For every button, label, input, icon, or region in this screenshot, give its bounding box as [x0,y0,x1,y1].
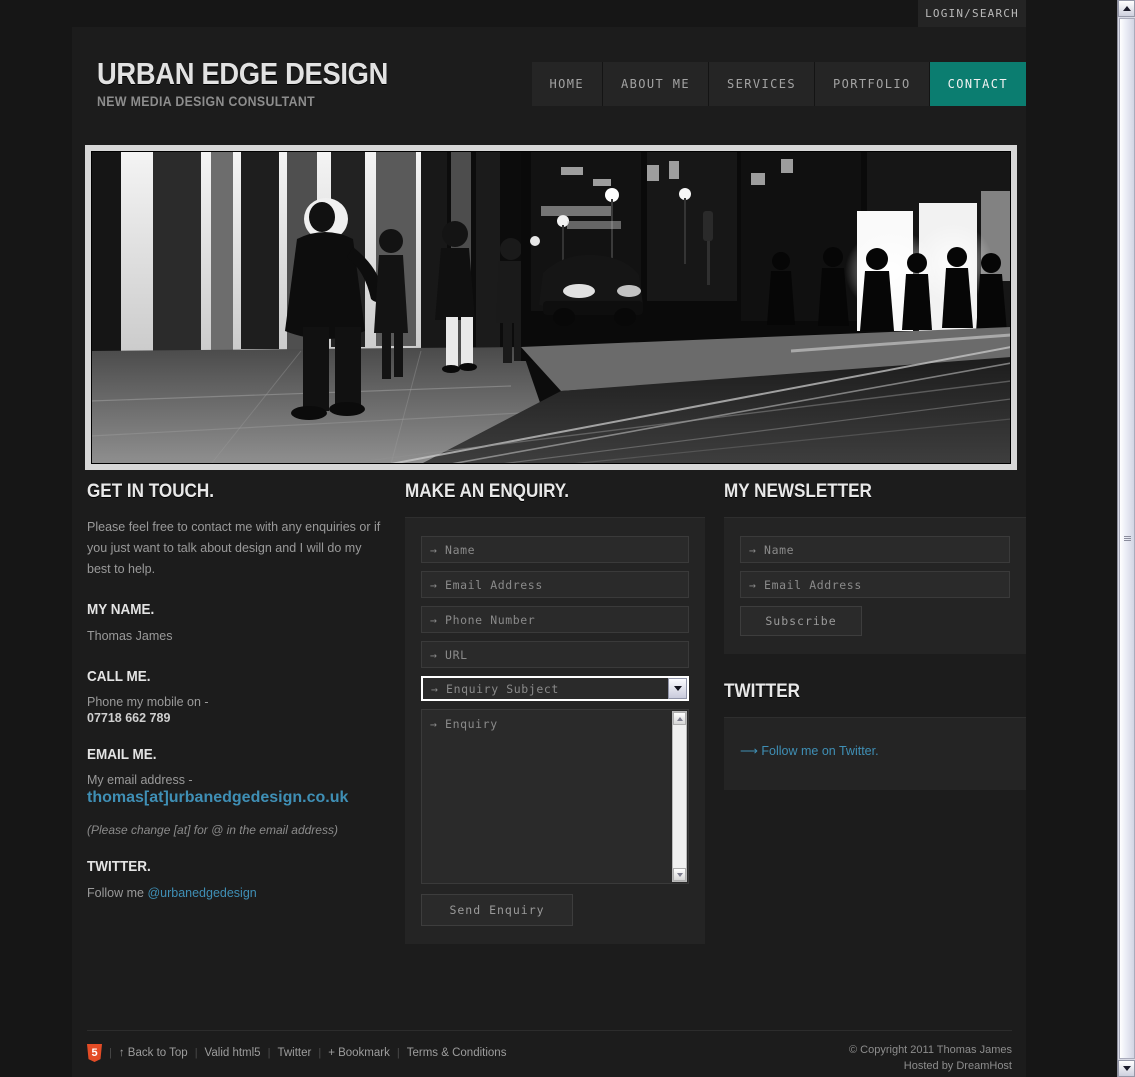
enquiry-message-wrap [421,709,689,884]
scroll-down-arrow-icon[interactable] [1118,1060,1135,1077]
enquiry-message-textarea[interactable] [421,709,689,884]
site-footer: 5 | ↑ Back to Top | Valid html5 | Twitte… [87,1030,1012,1072]
phone-number: 07718 662 789 [87,711,171,725]
hero-banner [85,145,1017,470]
email-note: (Please change [at] for @ in the email a… [87,823,338,837]
twitter-heading: TWITTER. [87,858,151,875]
footer-link-twitter[interactable]: Twitter [277,1047,311,1059]
twitter-box-heading: TWITTER [724,681,800,702]
twitter-panel: ⟶ Follow me on Twitter. [724,717,1026,790]
twitter-follow-line: Follow me @urbanedgedesign [87,883,387,904]
send-enquiry-button[interactable]: Send Enquiry [421,894,573,926]
my-name-value: Thomas James [87,629,173,643]
logo-title: URBAN EDGE DESIGN [97,56,389,91]
enquiry-subject-select[interactable]: → Enquiry Subject [421,676,689,701]
enquiry-phone-input[interactable] [421,606,689,633]
footer-separator: | [318,1047,322,1059]
scroll-up-icon[interactable] [673,712,686,725]
make-an-enquiry-heading: MAKE AN ENQUIRY. [405,481,570,502]
footer-separator: | [396,1047,400,1059]
footer-separator: | [267,1047,271,1059]
nav-item-home[interactable]: HOME [531,62,602,106]
page-root: LOGIN/SEARCH URBAN EDGE DESIGN NEW MEDIA… [0,0,1117,1077]
nav-item-contact[interactable]: CONTACT [928,62,1026,106]
enquiry-name-input[interactable] [421,536,689,563]
scroll-down-icon[interactable] [673,868,686,881]
textarea-scrollbar[interactable] [672,711,687,882]
newsletter-heading: MY NEWSLETTER [724,481,872,502]
enquiry-email-input[interactable] [421,571,689,598]
call-me-text: Phone my mobile on - [87,695,209,709]
get-in-touch-heading: GET IN TOUCH. [87,481,214,502]
footer-separator: | [109,1047,112,1059]
enquiry-url-input[interactable] [421,641,689,668]
newsletter-email-input[interactable] [740,571,1010,598]
footer-copyright: © Copyright 2011 Thomas James Hosted by … [849,1042,1012,1074]
enquiry-form-panel: → Enquiry Subject Send Enquiry [405,517,705,944]
login-search-button[interactable]: LOGIN/SEARCH [918,0,1026,27]
footer-link-bookmark[interactable]: + Bookmark [328,1047,390,1059]
enquiry-column: MAKE AN ENQUIRY. → Enquiry Subject [405,482,705,944]
footer-link-terms[interactable]: Terms & Conditions [407,1047,507,1059]
email-me-text: My email address - [87,773,193,787]
main-navigation: HOME ABOUT ME SERVICES PORTFOLIO CONTACT [531,62,1026,106]
footer-link-back-to-top[interactable]: ↑ Back to Top [119,1047,188,1059]
copyright-text: © Copyright 2011 Thomas James [849,1044,1012,1056]
newsletter-panel: Subscribe [724,517,1026,654]
sidebar-column: MY NEWSLETTER Subscribe TWITTER ⟶ Follow… [724,482,1026,790]
my-name-heading: MY NAME. [87,601,155,618]
call-me-heading: CALL ME. [87,668,151,685]
top-bar: LOGIN/SEARCH [0,0,1117,27]
footer-separator: | [194,1047,198,1059]
twitter-prefix: Follow me [87,886,148,900]
nav-item-portfolio[interactable]: PORTFOLIO [814,62,929,106]
follow-on-twitter-link[interactable]: ⟶ Follow me on Twitter. [740,744,879,758]
nav-item-about-me[interactable]: ABOUT ME [602,62,708,106]
footer-links: 5 | ↑ Back to Top | Valid html5 | Twitte… [87,1044,506,1062]
enquiry-subject-wrap: → Enquiry Subject [421,676,689,701]
footer-link-valid-html5[interactable]: Valid html5 [205,1047,261,1059]
email-me-heading: EMAIL ME. [87,746,157,763]
content-wrapper: URBAN EDGE DESIGN NEW MEDIA DESIGN CONSU… [72,27,1026,1077]
subscribe-button[interactable]: Subscribe [740,606,862,636]
twitter-handle-link[interactable]: @urbanedgedesign [147,886,256,900]
nav-item-services[interactable]: SERVICES [708,62,814,106]
site-header: URBAN EDGE DESIGN NEW MEDIA DESIGN CONSU… [72,27,1026,138]
contact-column: GET IN TOUCH. Please feel free to contac… [87,482,387,904]
scrollbar-grip-icon [1123,535,1131,543]
logo-subtitle: NEW MEDIA DESIGN CONSULTANT [97,93,316,109]
html5-logo-icon: 5 [87,1044,102,1062]
scroll-up-arrow-icon[interactable] [1118,0,1135,17]
contact-intro: Please feel free to contact me with any … [87,520,381,576]
site-logo[interactable]: URBAN EDGE DESIGN NEW MEDIA DESIGN CONSU… [97,58,428,108]
browser-scrollbar[interactable] [1117,0,1135,1077]
hero-image [91,151,1011,464]
email-address-link[interactable]: thomas[at]urbanedgedesign.co.uk [87,789,348,806]
newsletter-name-input[interactable] [740,536,1010,563]
host-text: Hosted by DreamHost [903,1060,1012,1072]
scrollbar-thumb[interactable] [1119,18,1135,1059]
